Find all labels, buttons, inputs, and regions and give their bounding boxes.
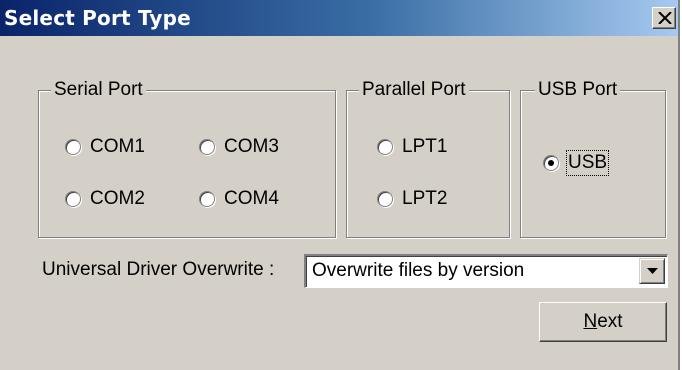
radio-button-icon: [377, 139, 393, 155]
radio-button-selected-icon: [543, 155, 559, 171]
radio-button-icon: [377, 191, 393, 207]
select-port-dialog: Select Port Type Serial Port COM1 COM3 C…: [0, 0, 680, 370]
close-button[interactable]: [652, 7, 676, 29]
radio-button-icon: [199, 139, 215, 155]
radio-button-icon: [65, 139, 81, 155]
radio-com3[interactable]: COM3: [199, 135, 279, 159]
radio-label-usb: USB: [565, 150, 610, 176]
driver-overwrite-value: Overwrite files by version: [312, 260, 525, 281]
radio-label-com3: COM3: [224, 136, 279, 157]
serial-port-label: Serial Port: [51, 78, 146, 102]
parallel-port-group: Parallel Port LPT1 LPT2: [346, 78, 510, 238]
dropdown-button[interactable]: [639, 258, 665, 284]
radio-label-com4: COM4: [224, 188, 279, 209]
next-label: ext: [597, 311, 623, 332]
driver-overwrite-label: Universal Driver Overwrite :: [42, 259, 275, 280]
radio-label-lpt1: LPT1: [402, 136, 448, 157]
radio-label-com1: COM1: [90, 136, 145, 157]
radio-label-lpt2: LPT2: [402, 188, 448, 209]
serial-port-group: Serial Port COM1 COM3 COM2 COM4: [38, 78, 336, 238]
radio-lpt2[interactable]: LPT2: [377, 187, 447, 211]
close-icon: [658, 12, 672, 24]
dialog-title: Select Port Type: [4, 6, 191, 30]
next-mnemonic: N: [583, 311, 598, 332]
radio-lpt1[interactable]: LPT1: [377, 135, 447, 159]
driver-overwrite-select[interactable]: Overwrite files by version: [304, 254, 668, 288]
radio-button-icon: [65, 191, 81, 207]
usb-port-label: USB Port: [535, 78, 621, 102]
radio-com1[interactable]: COM1: [65, 135, 145, 159]
radio-com2[interactable]: COM2: [65, 187, 145, 211]
parallel-port-label: Parallel Port: [359, 78, 469, 102]
radio-com4[interactable]: COM4: [199, 187, 279, 211]
radio-label-com2: COM2: [90, 188, 145, 209]
next-button[interactable]: Next: [539, 302, 667, 342]
chevron-down-icon: [647, 268, 658, 274]
usb-port-group: USB Port USB: [520, 78, 666, 238]
radio-button-icon: [199, 191, 215, 207]
title-bar[interactable]: Select Port Type: [0, 0, 678, 36]
radio-usb[interactable]: USB: [543, 150, 610, 176]
